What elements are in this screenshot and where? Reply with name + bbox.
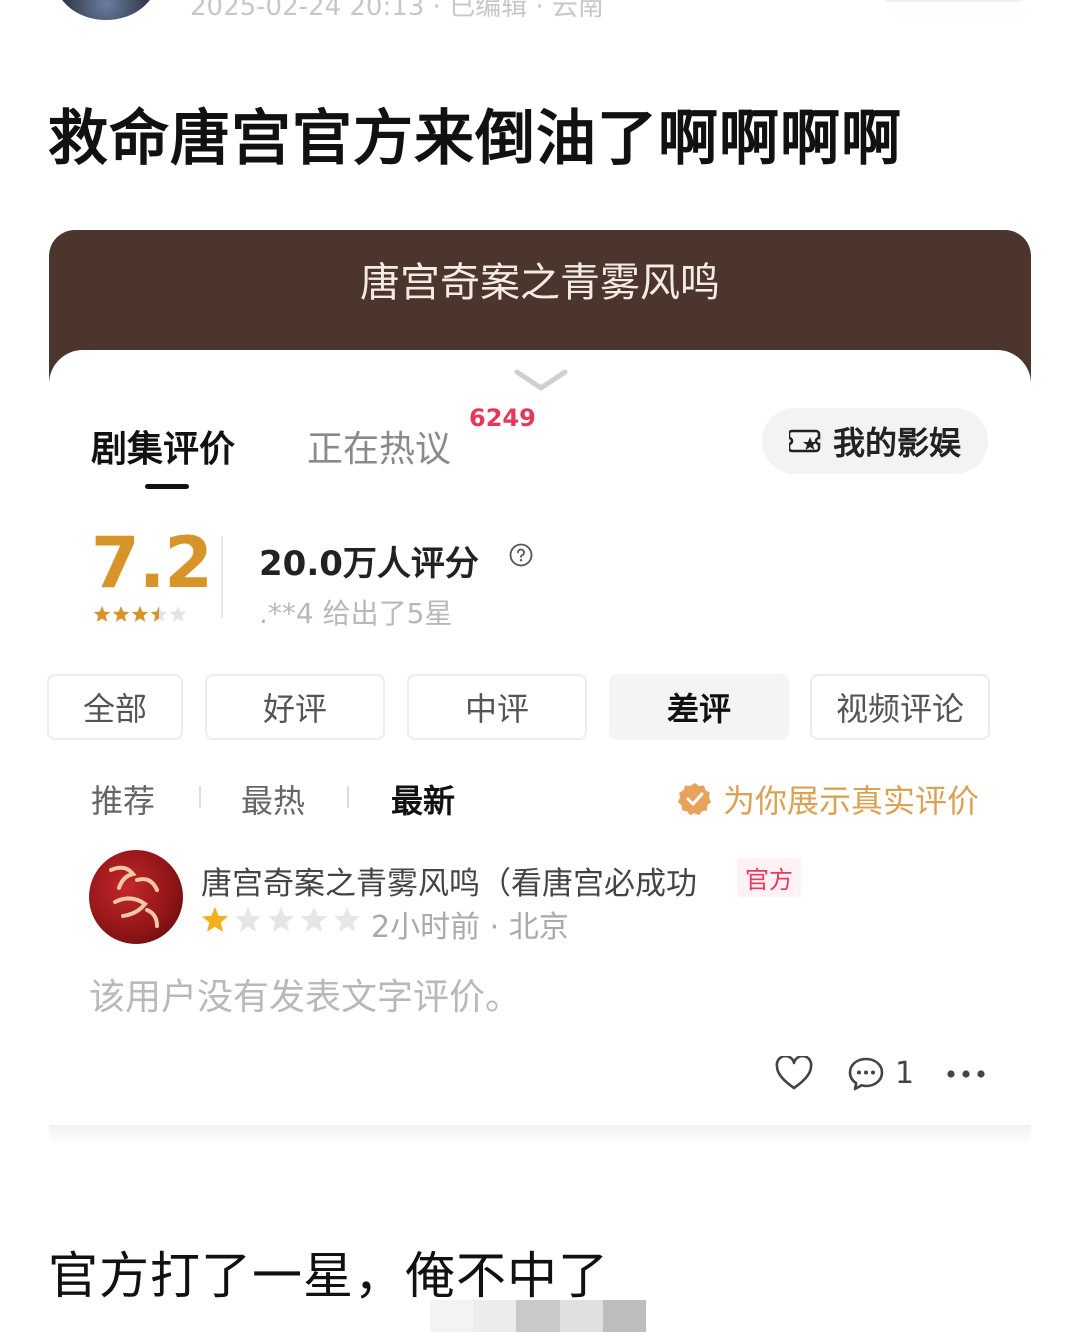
rating-divider [221,536,223,618]
post-title: 救命唐宫官方来倒油了啊啊啊啊 [48,104,902,174]
sort-separator [347,786,349,808]
comment-text: 该用户没有发表文字评价。 [89,977,522,1018]
post-meta: 2025-02-24 20:13 · 已编辑 · 云南 [190,0,604,22]
comment-icon[interactable] [847,1056,885,1092]
chevron-down-icon[interactable] [513,368,569,392]
question-circle-icon[interactable] [509,543,533,567]
active-tab-indicator [145,484,189,489]
watermark [430,1300,647,1332]
rating-score: 7.2 [91,522,213,604]
verified-badge-icon [677,783,712,816]
embedded-screenshot[interactable]: 唐宫奇案之青雾风鸣 剧集评价 正在热议 6249 我的影娱 7.2 20.0万人… [47,230,1031,1145]
ticket-star-icon [788,429,821,453]
hot-discussion-count-badge: 6249 [469,404,536,432]
heart-icon[interactable] [775,1056,813,1092]
commenter-name[interactable]: 唐宫奇案之青雾风鸣（看唐宫必成功 [201,858,697,903]
friend-rating-line: .**4 给出了5星 [259,597,453,630]
show-title: 唐宫奇案之青雾风鸣 [360,260,720,306]
sort-separator [199,786,201,808]
score-stars [93,604,189,624]
reply-count: 1 [895,1056,915,1091]
follow-button[interactable] [884,0,1024,2]
filter-negative[interactable]: 差评 [609,674,789,740]
filter-neutral[interactable]: 中评 [407,674,587,740]
tab-drama-reviews[interactable]: 剧集评价 [91,420,235,472]
official-tag: 官方 [737,858,801,897]
star-rating-icon [93,606,187,622]
sort-hottest[interactable]: 最热 [241,776,305,822]
my-entertainment-label: 我的影娱 [832,424,961,462]
drama-logo-avatar [109,865,159,928]
commenter-avatar[interactable] [89,850,183,944]
tab-hot-discussion[interactable]: 正在热议 [307,420,451,472]
real-reviews-badge: 为你展示真实评价 [677,776,979,822]
sheet-shadow [49,1125,1031,1145]
rater-count: 20.0万人评分 [259,544,479,584]
more-options-icon[interactable] [945,1056,987,1092]
comment-time-location: 2小时前 · 北京 [371,910,569,945]
post-caption: 官方打了一星，俺不中了 [48,1247,609,1305]
filter-video-reviews[interactable]: 视频评论 [810,674,990,740]
sort-recommended[interactable]: 推荐 [91,776,155,822]
sort-newest[interactable]: 最新 [391,776,455,822]
filter-positive[interactable]: 好评 [205,674,385,740]
my-entertainment-button[interactable]: 我的影娱 [762,408,988,474]
author-avatar[interactable] [55,0,157,20]
filter-all[interactable]: 全部 [47,674,183,740]
real-reviews-label: 为你展示真实评价 [723,782,980,820]
